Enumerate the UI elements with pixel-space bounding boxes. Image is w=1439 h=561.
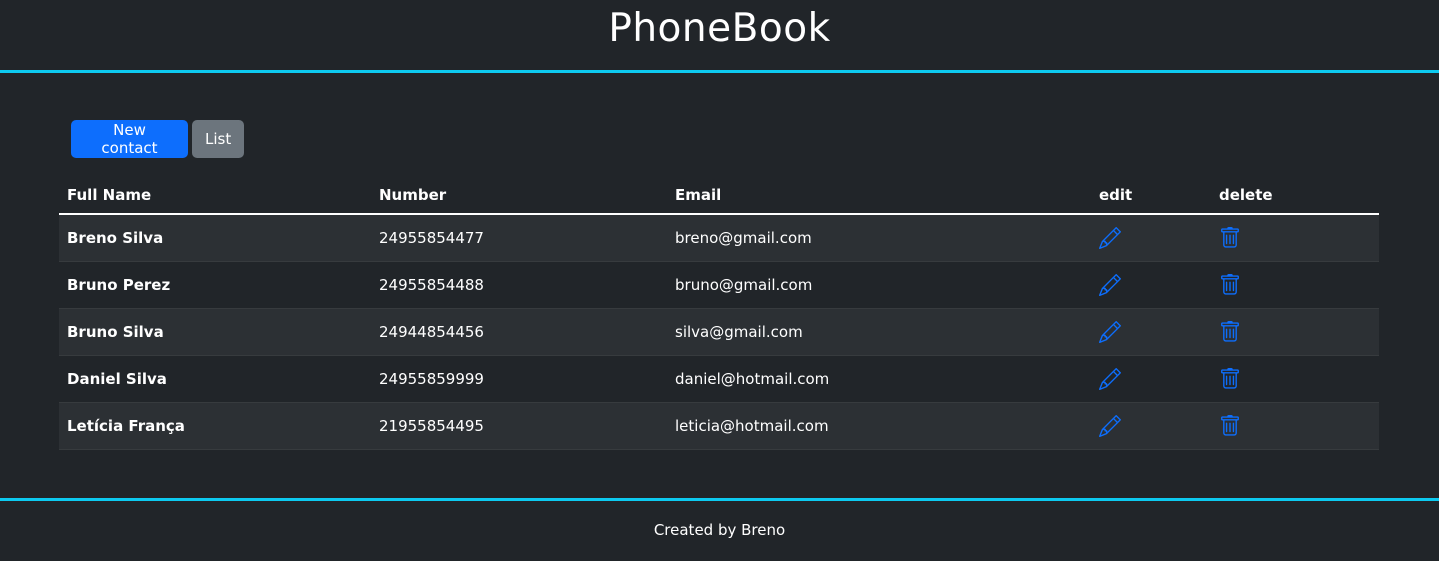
trash-icon[interactable] <box>1219 226 1241 249</box>
pencil-icon[interactable] <box>1099 273 1122 296</box>
contact-email: daniel@hotmail.com <box>667 355 1091 403</box>
contact-name: Bruno Perez <box>59 261 371 309</box>
pencil-icon[interactable] <box>1099 367 1122 390</box>
table-row: Breno Silva 24955854477 breno@gmail.com <box>59 214 1379 262</box>
contact-number: 24944854456 <box>371 308 667 356</box>
delete-cell <box>1211 402 1379 450</box>
contact-name: Breno Silva <box>59 214 371 262</box>
table-row: Bruno Perez 24955854488 bruno@gmail.com <box>59 261 1379 309</box>
header-email: Email <box>667 176 1091 215</box>
delete-cell <box>1211 214 1379 262</box>
new-contact-button[interactable]: New contact <box>71 120 188 158</box>
toolbar: New contact List <box>71 120 244 158</box>
app-title: PhoneBook <box>608 6 831 51</box>
delete-cell <box>1211 355 1379 403</box>
delete-cell <box>1211 308 1379 356</box>
header-full-name: Full Name <box>59 176 371 215</box>
table-row: Bruno Silva 24944854456 silva@gmail.com <box>59 308 1379 356</box>
contact-email: bruno@gmail.com <box>667 261 1091 309</box>
contact-email: breno@gmail.com <box>667 214 1091 262</box>
header-edit: edit <box>1091 176 1211 215</box>
delete-cell <box>1211 261 1379 309</box>
contact-number: 24955854477 <box>371 214 667 262</box>
edit-cell <box>1091 355 1211 403</box>
contact-number: 24955859999 <box>371 355 667 403</box>
footer-credit: Created by Breno <box>653 521 786 539</box>
contact-name: Letícia França <box>59 402 371 450</box>
contact-name: Bruno Silva <box>59 308 371 356</box>
table-row: Letícia França 21955854495 leticia@hotma… <box>59 402 1379 450</box>
contact-email: leticia@hotmail.com <box>667 402 1091 450</box>
contact-number: 21955854495 <box>371 402 667 450</box>
table-row: Daniel Silva 24955859999 daniel@hotmail.… <box>59 355 1379 403</box>
table-header-row: Full Name Number Email edit delete <box>59 176 1379 215</box>
list-button[interactable]: List <box>192 120 244 158</box>
pencil-icon[interactable] <box>1099 414 1122 437</box>
contacts-table-body: Breno Silva 24955854477 breno@gmail.com … <box>59 214 1379 450</box>
pencil-icon[interactable] <box>1099 226 1122 249</box>
page-footer: Created by Breno <box>0 498 1439 561</box>
header-number: Number <box>371 176 667 215</box>
header-delete: delete <box>1211 176 1379 215</box>
contact-email: silva@gmail.com <box>667 308 1091 356</box>
trash-icon[interactable] <box>1219 320 1241 343</box>
contacts-table: Full Name Number Email edit delete Breno… <box>59 176 1379 450</box>
trash-icon[interactable] <box>1219 414 1241 437</box>
edit-cell <box>1091 402 1211 450</box>
pencil-icon[interactable] <box>1099 320 1122 343</box>
edit-cell <box>1091 261 1211 309</box>
trash-icon[interactable] <box>1219 367 1241 390</box>
trash-icon[interactable] <box>1219 273 1241 296</box>
contact-name: Daniel Silva <box>59 355 371 403</box>
edit-cell <box>1091 308 1211 356</box>
edit-cell <box>1091 214 1211 262</box>
contact-number: 24955854488 <box>371 261 667 309</box>
page-header: PhoneBook <box>0 0 1439 73</box>
